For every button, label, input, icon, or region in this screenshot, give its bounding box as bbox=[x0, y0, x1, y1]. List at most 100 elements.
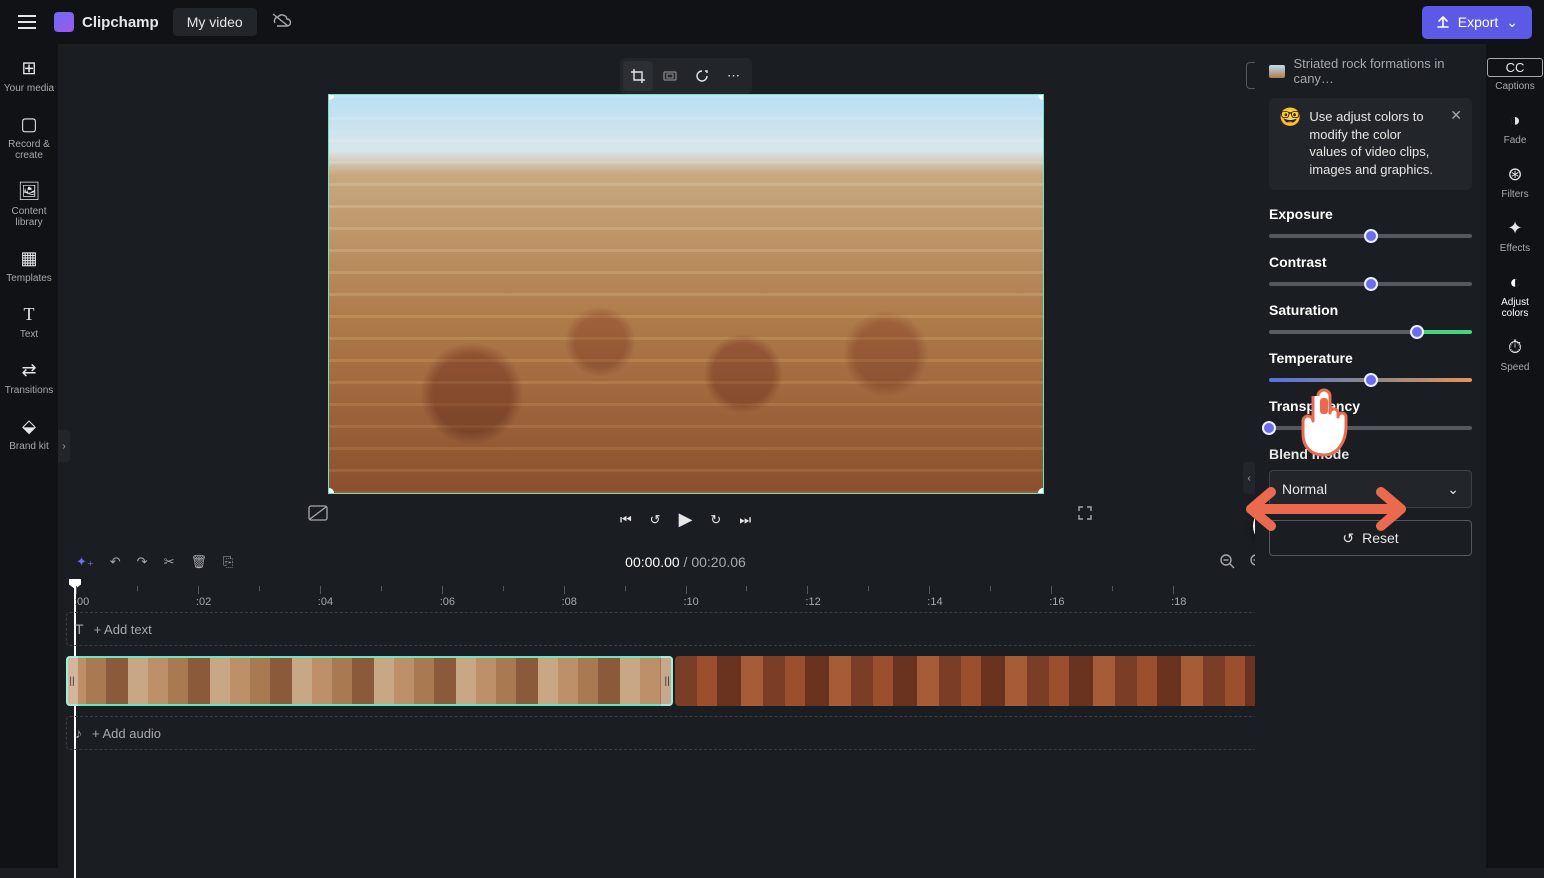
ai-tool[interactable]: ✦₊ bbox=[76, 554, 94, 570]
skip-end-button[interactable]: ⏭ bbox=[739, 512, 751, 528]
saturation-slider[interactable] bbox=[1269, 330, 1472, 334]
tutorial-hand-icon bbox=[1296, 388, 1356, 460]
captions-icon: CC bbox=[1487, 58, 1543, 77]
audio-track-icon: ♪ bbox=[75, 725, 82, 741]
cloud-sync-off-icon[interactable] bbox=[271, 12, 291, 33]
clip-trim-right[interactable]: || bbox=[661, 656, 673, 706]
play-button[interactable]: ▶ bbox=[679, 509, 693, 530]
rail-content-library[interactable]: 🖼Content library bbox=[1, 175, 57, 238]
right-rail: CCCaptions ◑Fade ⊛Filters ✦Effects ◐Adju… bbox=[1486, 44, 1544, 868]
rail-fade[interactable]: ◑Fade bbox=[1487, 104, 1543, 156]
rail-record-create[interactable]: ▢Record & create bbox=[1, 108, 57, 171]
brand-name: Clipchamp bbox=[82, 14, 159, 31]
video-clip-1[interactable]: || || bbox=[66, 656, 673, 706]
templates-icon: ▦ bbox=[1, 248, 57, 269]
ruler-tick: :06 bbox=[442, 586, 457, 608]
preview-toolbar: ⋯ bbox=[620, 58, 752, 94]
tip-close[interactable]: ✕ bbox=[1450, 106, 1462, 125]
rail-effects[interactable]: ✦Effects bbox=[1487, 212, 1543, 264]
rail-brand-kit[interactable]: ⬙Brand kit bbox=[1, 410, 57, 462]
undo-button[interactable]: ↶ bbox=[110, 554, 121, 570]
timeline-ruler[interactable]: :00:02:04:06:08:10:12:14:16:18 bbox=[66, 580, 1305, 608]
rail-transitions[interactable]: ⇄Transitions bbox=[1, 354, 57, 406]
brandkit-icon: ⬙ bbox=[1, 416, 57, 437]
video-track: || || bbox=[66, 656, 1305, 706]
clip-thumb-icon bbox=[1269, 65, 1285, 78]
split-button[interactable]: ✂ bbox=[164, 554, 175, 570]
effects-icon: ✦ bbox=[1487, 218, 1543, 239]
clip-name: Striated rock formations in cany… bbox=[1293, 56, 1472, 86]
export-button[interactable]: Export ⌄ bbox=[1422, 6, 1532, 39]
ruler-tick: :08 bbox=[564, 586, 579, 608]
contrast-slider[interactable] bbox=[1269, 282, 1472, 286]
selected-clip-pill[interactable]: Striated rock formations in cany… bbox=[1269, 56, 1472, 86]
record-icon: ▢ bbox=[1, 114, 57, 135]
rail-your-media[interactable]: ⊞Your media bbox=[1, 52, 57, 104]
exposure-label: Exposure bbox=[1269, 206, 1472, 222]
ruler-tick: :14 bbox=[929, 586, 944, 608]
forward-button[interactable]: ↻ bbox=[710, 512, 721, 528]
adjust-colors-icon: ◐ bbox=[1487, 272, 1543, 293]
exposure-slider[interactable] bbox=[1269, 234, 1472, 238]
delete-button[interactable]: 🗑 bbox=[190, 554, 207, 570]
more-tool[interactable]: ⋯ bbox=[719, 61, 749, 91]
transparency-thumb[interactable] bbox=[1262, 421, 1276, 435]
transitions-icon: ⇄ bbox=[1, 360, 57, 381]
audio-track-add[interactable]: ♪ + Add audio bbox=[66, 716, 1305, 750]
rail-templates[interactable]: ▦Templates bbox=[1, 242, 57, 294]
left-rail: ⊞Your media ▢Record & create 🖼Content li… bbox=[0, 44, 58, 868]
project-title[interactable]: My video bbox=[173, 8, 257, 36]
fit-tool[interactable] bbox=[655, 61, 685, 91]
captions-toggle[interactable] bbox=[308, 505, 328, 526]
rail-adjust-colors[interactable]: ◐Adjust colors bbox=[1487, 266, 1543, 329]
zoom-out-button[interactable] bbox=[1219, 553, 1235, 572]
skip-start-button[interactable]: ⏮ bbox=[620, 512, 632, 528]
brand-logo-icon bbox=[54, 12, 74, 32]
timeline-toolbar: ✦₊ ↶ ↷ ✂ 🗑 ⎘ 00:00.00 / 00:20.06 bbox=[58, 544, 1313, 580]
tip-callout: 🤓 Use adjust colors to modify the color … bbox=[1269, 98, 1472, 190]
rail-speed[interactable]: ⏱Speed bbox=[1487, 331, 1543, 383]
timecode: 00:00.00 / 00:20.06 bbox=[625, 554, 746, 570]
resize-handle-br[interactable] bbox=[1038, 488, 1044, 494]
crop-tool[interactable] bbox=[623, 61, 653, 91]
resize-handle-bl[interactable] bbox=[328, 488, 334, 494]
rewind-button[interactable]: ↺ bbox=[650, 512, 661, 528]
ruler-tick: :18 bbox=[1173, 586, 1188, 608]
temperature-slider[interactable] bbox=[1269, 378, 1472, 382]
rail-captions[interactable]: CCCaptions bbox=[1487, 52, 1543, 102]
saturation-thumb[interactable] bbox=[1410, 325, 1424, 339]
contrast-thumb[interactable] bbox=[1364, 277, 1378, 291]
export-label: Export bbox=[1458, 14, 1498, 30]
pip-tool[interactable] bbox=[687, 61, 717, 91]
contrast-label: Contrast bbox=[1269, 254, 1472, 270]
chevron-down-icon: ⌄ bbox=[1447, 481, 1459, 498]
duplicate-button[interactable]: ⎘ bbox=[223, 554, 233, 570]
media-icon: ⊞ bbox=[1, 58, 57, 79]
ruler-tick: :04 bbox=[320, 586, 335, 608]
text-track-icon: T bbox=[75, 621, 84, 637]
video-clip-2[interactable] bbox=[675, 656, 1295, 706]
temperature-thumb[interactable] bbox=[1364, 373, 1378, 387]
transport-controls: ⏮ ↺ ▶ ↻ ⏭ bbox=[620, 509, 751, 530]
redo-button[interactable]: ↷ bbox=[137, 554, 148, 570]
fade-icon: ◑ bbox=[1487, 110, 1543, 131]
exposure-thumb[interactable] bbox=[1364, 229, 1378, 243]
ruler-tick: :02 bbox=[198, 586, 213, 608]
ruler-tick: :12 bbox=[807, 586, 822, 608]
properties-panel: ‹ Striated rock formations in cany… 🤓 Us… bbox=[1255, 44, 1486, 868]
rail-filters[interactable]: ⊛Filters bbox=[1487, 158, 1543, 210]
preview-canvas[interactable] bbox=[328, 94, 1044, 494]
ruler-tick: :10 bbox=[686, 586, 701, 608]
rail-text[interactable]: TText bbox=[1, 298, 57, 350]
resize-handle-tl[interactable] bbox=[328, 94, 334, 100]
text-track-add[interactable]: T + Add text bbox=[66, 612, 1305, 646]
fullscreen-button[interactable] bbox=[1077, 505, 1093, 526]
clip-trim-left[interactable]: || bbox=[66, 656, 78, 706]
duration: 00:20.06 bbox=[691, 554, 746, 570]
menu-button[interactable] bbox=[12, 9, 42, 35]
saturation-label: Saturation bbox=[1269, 302, 1472, 318]
top-bar: Clipchamp My video Export ⌄ bbox=[0, 0, 1544, 44]
main-area: ⋯ 16:9 ⏮ ↺ ▶ ↻ ⏭ ? ⌄ ✦₊ ↶ ↷ ✂ bbox=[58, 44, 1313, 868]
text-icon: T bbox=[1, 304, 57, 325]
resize-handle-tr[interactable] bbox=[1038, 94, 1044, 100]
